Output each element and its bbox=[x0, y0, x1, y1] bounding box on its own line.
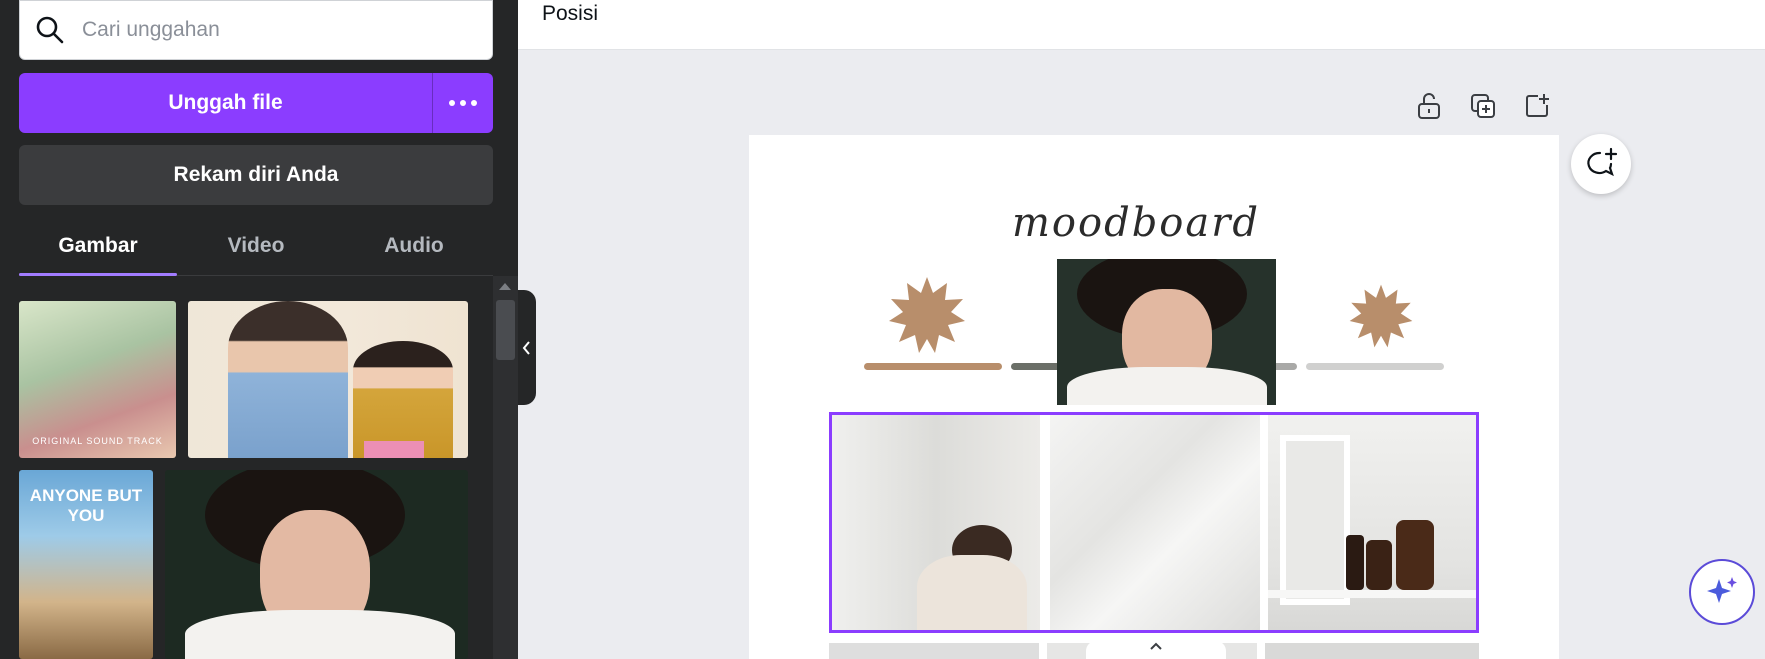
thumbnail-caption: ORIGINAL SOUND TRACK bbox=[32, 436, 163, 446]
starburst-shape[interactable] bbox=[887, 275, 967, 355]
upload-thumbnail[interactable]: ORIGINAL SOUND TRACK bbox=[19, 301, 176, 458]
position-button[interactable]: Posisi bbox=[542, 2, 598, 26]
context-toolbar: Posisi bbox=[518, 0, 1765, 50]
moodboard-title[interactable]: moodboard bbox=[1012, 200, 1260, 246]
duplicate-page-button[interactable] bbox=[1467, 90, 1499, 122]
grid-image[interactable] bbox=[829, 643, 1039, 659]
upload-file-button-group: Unggah file bbox=[19, 73, 493, 133]
tab-images[interactable]: Gambar bbox=[19, 220, 177, 276]
scrollbar-thumb[interactable] bbox=[496, 300, 515, 360]
upload-file-button[interactable]: Unggah file bbox=[19, 73, 433, 133]
record-yourself-button[interactable]: Rekam diri Anda bbox=[19, 145, 493, 205]
grid-image-bottles[interactable] bbox=[1268, 415, 1476, 630]
scroll-up-arrow[interactable] bbox=[499, 283, 511, 290]
search-placeholder: Cari unggahan bbox=[82, 18, 220, 41]
thumbnail-title: ANYONE BUT YOU bbox=[29, 486, 143, 525]
chevron-up-icon bbox=[1150, 642, 1162, 650]
chevron-left-icon bbox=[522, 340, 530, 355]
color-bar[interactable] bbox=[864, 363, 1002, 370]
grid-image-texture[interactable] bbox=[1050, 415, 1260, 630]
tab-audio[interactable]: Audio bbox=[335, 220, 493, 275]
upload-more-button[interactable] bbox=[433, 73, 493, 133]
add-comment-icon bbox=[1587, 147, 1618, 177]
starburst-shape[interactable] bbox=[1348, 283, 1414, 349]
color-bar[interactable] bbox=[1306, 363, 1444, 370]
page-notes-handle[interactable] bbox=[1086, 641, 1226, 659]
add-page-icon bbox=[1526, 94, 1549, 117]
more-horizontal-icon bbox=[449, 100, 477, 106]
sparkle-icon bbox=[1707, 577, 1737, 603]
lock-button[interactable] bbox=[1413, 90, 1445, 122]
design-page[interactable]: moodboard bbox=[749, 135, 1559, 659]
add-comment-button[interactable] bbox=[1571, 134, 1631, 194]
search-input[interactable]: Cari unggahan bbox=[19, 0, 493, 60]
upload-thumbnail[interactable] bbox=[188, 301, 468, 458]
upload-thumbnail[interactable] bbox=[165, 470, 468, 659]
selected-image-grid[interactable] bbox=[829, 412, 1479, 633]
upload-thumbnail[interactable]: ANYONE BUT YOU bbox=[19, 470, 153, 659]
duplicate-page-icon bbox=[1471, 94, 1495, 118]
unlock-icon bbox=[1418, 93, 1440, 119]
collapse-panel-button[interactable] bbox=[518, 290, 536, 405]
search-icon bbox=[36, 16, 64, 44]
media-tabs: Gambar Video Audio bbox=[19, 220, 493, 276]
portrait-image[interactable] bbox=[1057, 259, 1276, 405]
add-page-button[interactable] bbox=[1521, 90, 1553, 122]
tab-video[interactable]: Video bbox=[177, 220, 335, 275]
grid-image-woman[interactable] bbox=[832, 415, 1040, 630]
grid-image[interactable] bbox=[1265, 643, 1479, 659]
magic-assistant-button[interactable] bbox=[1689, 559, 1755, 625]
uploads-panel: Cari unggahan Unggah file Rekam diri And… bbox=[0, 0, 518, 659]
